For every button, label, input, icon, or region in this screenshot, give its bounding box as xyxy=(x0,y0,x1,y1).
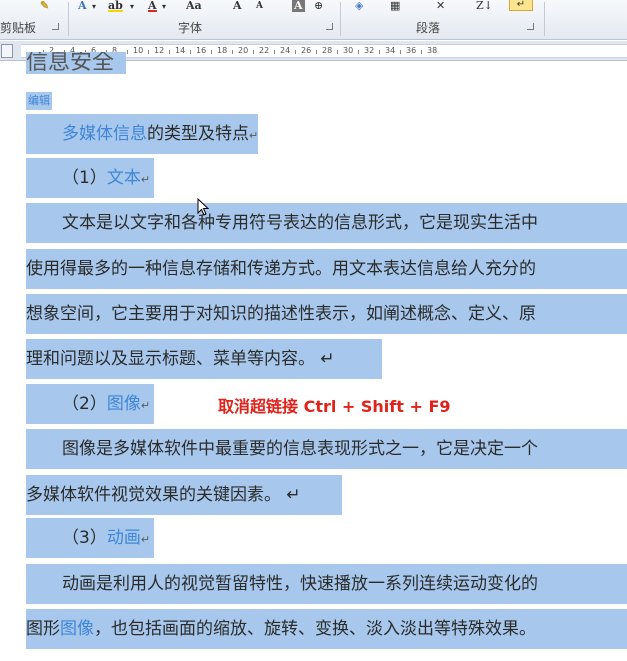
group-separator xyxy=(340,2,341,36)
ruler-number: 30 xyxy=(343,46,354,55)
ruler-number: 32 xyxy=(364,46,375,55)
group-separator xyxy=(68,2,69,36)
section-number: （3） xyxy=(62,528,107,548)
paragraph-text: 图形 xyxy=(26,619,60,639)
ruler-tick xyxy=(232,50,233,54)
paragraph-mark: ↵ xyxy=(140,533,151,546)
clipboard-group-label: 剪贴板 xyxy=(0,21,37,35)
section-number: （2） xyxy=(62,394,107,414)
ruler-tick xyxy=(358,50,359,54)
section-1-link[interactable]: 文本 xyxy=(107,168,141,188)
dropdown-arrow-icon[interactable]: ▾ xyxy=(162,0,166,12)
paragraph-line: 图形图像，也包括画面的缩放、旋转、变换、淡入淡出等特殊效果。 xyxy=(26,609,627,649)
ruler-number: 26 xyxy=(301,46,312,55)
paragraph-line: 理和问题以及显示标题、菜单等内容。 ↵ xyxy=(26,339,382,379)
ruler-number: 20 xyxy=(238,46,249,55)
ruler-tick xyxy=(274,50,275,54)
ruler-number: 34 xyxy=(385,46,396,55)
ruler-tick xyxy=(169,50,170,54)
ruler-number: 36 xyxy=(406,46,417,55)
section-number: （1） xyxy=(62,168,107,188)
ruler-tick xyxy=(127,50,128,54)
heading-line: 多媒体信息的类型及特点↵ xyxy=(26,114,292,154)
enclose-characters-icon[interactable]: ⊕ xyxy=(314,0,323,12)
paragraph-text: ，也包括画面的缩放、旋转、变换、淡入淡出等特殊效果。 xyxy=(94,619,536,639)
image-link[interactable]: 图像 xyxy=(60,619,94,639)
ruler-number: 18 xyxy=(217,46,228,55)
section-2-link[interactable]: 图像 xyxy=(107,394,141,414)
ruler-tick xyxy=(148,50,149,54)
change-case-button[interactable]: Aa xyxy=(186,0,202,12)
dropdown-arrow-icon[interactable]: ▾ xyxy=(130,0,134,12)
clipboard-launcher-icon[interactable] xyxy=(52,23,59,30)
format-painter-icon[interactable]: ✎ xyxy=(40,0,49,12)
ruler-tick xyxy=(379,50,380,54)
font-color-button[interactable]: A xyxy=(148,0,157,12)
paragraph-line: 想象空间，它主要用于对知识的描述性表示，如阐述概念、定义、原 xyxy=(26,294,627,334)
paragraph-group-label: 段落 xyxy=(416,21,441,35)
ribbon: ✎ A ▾ ab ▾ A ▾ Aa A A A ⊕ ◈ ▦ ✕ Z↓ ↵ 剪贴板… xyxy=(0,0,627,40)
ribbon-button-row: ✎ A ▾ ab ▾ A ▾ Aa A A A ⊕ ◈ ▦ ✕ Z↓ ↵ xyxy=(0,0,627,12)
paragraph-launcher-icon[interactable] xyxy=(527,23,534,30)
borders-icon[interactable]: ▦ xyxy=(390,0,400,12)
ruler-tick xyxy=(316,50,317,54)
paragraph-mark: ↵ xyxy=(140,173,151,186)
text-effects-button[interactable]: A xyxy=(78,0,87,12)
paragraph-line: 图像是多媒体软件中最重要的信息表现形式之一，它是决定一个 xyxy=(26,429,627,469)
ruler-tick xyxy=(253,50,254,54)
paragraph-line: 多媒体软件视觉效果的关键因素。 ↵ xyxy=(26,475,342,515)
shortcut-annotation: 取消超链接 Ctrl + Shift + F9 xyxy=(218,397,451,416)
grow-font-button[interactable]: A xyxy=(233,0,242,12)
heading-text: 的类型及特点 xyxy=(147,124,249,144)
sort-button[interactable]: Z↓ xyxy=(476,0,493,12)
ruler-number: 38 xyxy=(427,46,438,55)
tab-selector-button[interactable] xyxy=(1,44,13,58)
ruler-number: 10 xyxy=(133,46,144,55)
ruler-number: 22 xyxy=(259,46,270,55)
chinese-layout-icon[interactable]: ✕ xyxy=(436,0,445,12)
ruler-tick xyxy=(190,50,191,54)
dropdown-arrow-icon[interactable]: ▾ xyxy=(92,0,96,12)
paragraph-line: 使用得最多的一种信息存储和传递方式。用文本表达信息给人充分的 xyxy=(26,249,627,289)
paragraph-mark: ↵ xyxy=(140,399,151,412)
section-3-link[interactable]: 动画 xyxy=(107,528,141,548)
mouse-cursor-icon xyxy=(197,198,209,216)
ruler-tick xyxy=(211,50,212,54)
section-1-heading: （1）文本↵ xyxy=(26,158,155,198)
section-3-heading: （3）动画↵ xyxy=(26,518,155,558)
font-group-label: 字体 xyxy=(178,21,203,35)
document-title-fragment: 信息安全 xyxy=(26,52,126,74)
ruler-tick xyxy=(421,50,422,54)
ruler-number: 24 xyxy=(280,46,291,55)
section-2-heading: （2）图像↵ xyxy=(26,384,155,424)
highlight-color-button[interactable]: ab xyxy=(108,0,123,12)
paragraph-mark: ↵ xyxy=(249,129,259,142)
show-hide-marks-button[interactable]: ↵ xyxy=(509,0,533,11)
ruler-number: 16 xyxy=(196,46,207,55)
ruler-tick xyxy=(337,50,338,54)
ruler-number: 28 xyxy=(322,46,333,55)
edit-tag: 编辑 xyxy=(26,92,52,110)
ruler-number: 14 xyxy=(175,46,186,55)
paragraph-line: 文本是以文字和各种专用符号表达的信息形式，它是现实生活中 xyxy=(26,203,627,243)
character-shading-button[interactable]: A xyxy=(292,0,305,12)
paragraph-line: 动画是利用人的视觉暂留特性，快速播放一系列连续运动变化的 xyxy=(26,564,627,604)
heading-link[interactable]: 多媒体信息 xyxy=(62,124,147,144)
font-launcher-icon[interactable] xyxy=(326,23,333,30)
ruler-tick xyxy=(400,50,401,54)
shrink-font-button[interactable]: A xyxy=(256,0,263,12)
shading-icon[interactable]: ◈ xyxy=(355,0,363,12)
group-separator xyxy=(544,2,545,36)
ruler-number: 12 xyxy=(154,46,165,55)
ruler-tick xyxy=(295,50,296,54)
document-page[interactable]: 信息安全 编辑 多媒体信息的类型及特点↵ （1）文本↵ 文本是以文字和各种专用符… xyxy=(0,52,627,661)
